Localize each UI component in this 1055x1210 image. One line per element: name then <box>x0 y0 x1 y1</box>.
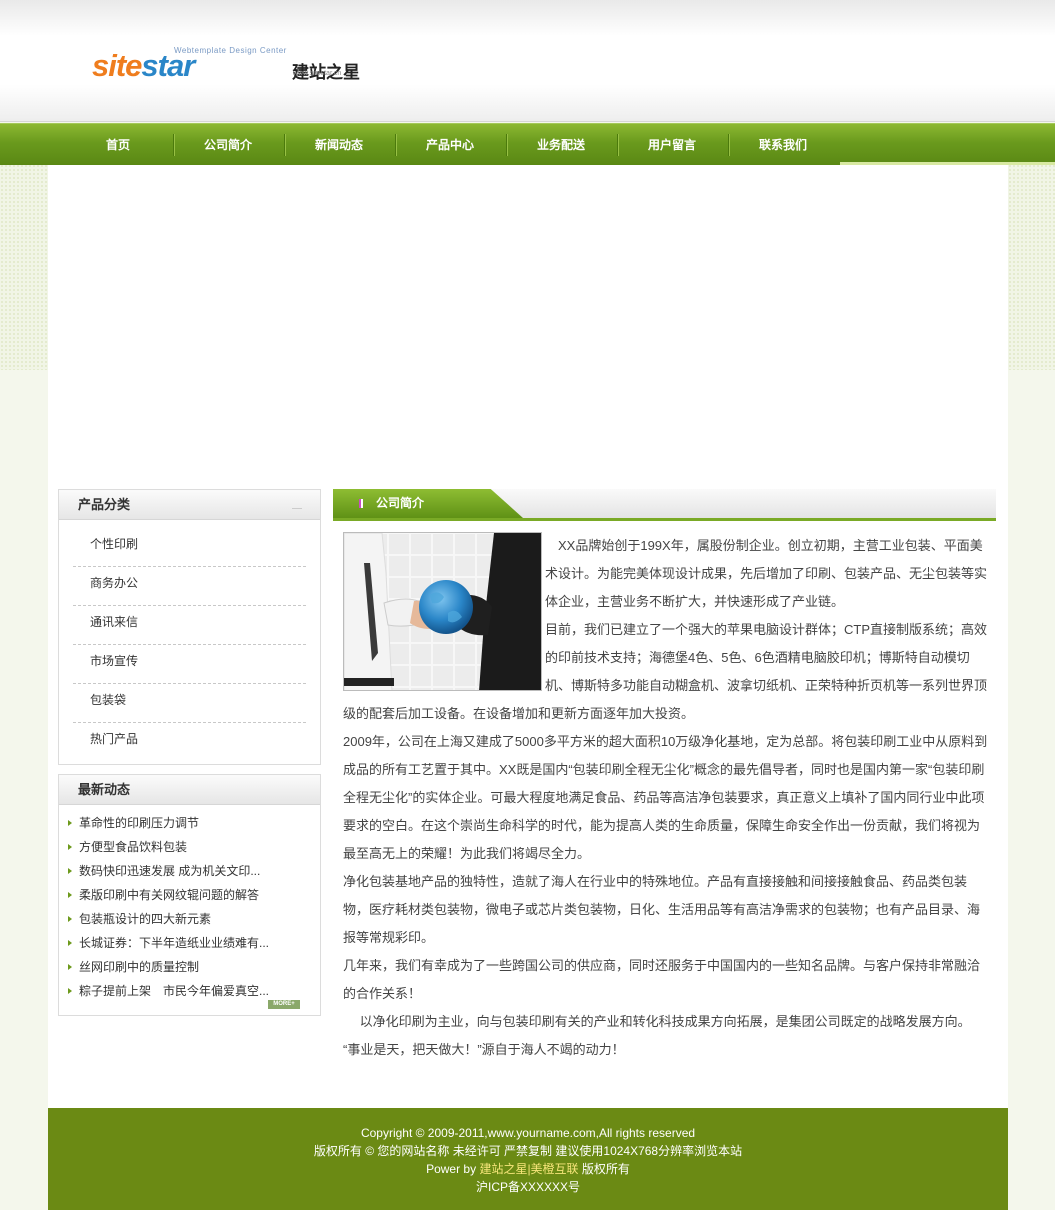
nav-item-contact[interactable]: 联系我们 <box>741 124 825 164</box>
footer-power-link[interactable]: 建站之星|美橙互联 <box>479 1162 578 1176</box>
arrow-right-icon <box>68 844 72 850</box>
nav-item-products[interactable]: 产品中心 <box>408 124 492 164</box>
nav-separator <box>728 134 729 156</box>
business-handshake-globe-image <box>343 532 542 691</box>
article-paragraph: “事业是天，把天做大！”源自于海人不竭的动力！ <box>343 1042 625 1057</box>
categories-title: 产品分类 <box>59 490 320 520</box>
news-list: 革命性的印刷压力调节 方便型食品饮料包装 数码快印迅速发展 成为机关文印... … <box>59 805 320 1003</box>
arrow-right-icon <box>68 868 72 874</box>
news-panel: 最新动态 革命性的印刷压力调节 方便型食品饮料包装 数码快印迅速发展 成为机关文… <box>58 774 321 1016</box>
nav-item-guestbook[interactable]: 用户留言 <box>630 124 714 164</box>
main-nav: 首页 公司简介 新闻动态 产品中心 业务配送 用户留言 联系我们 <box>0 123 1055 165</box>
news-item[interactable]: 数码快印迅速发展 成为机关文印... <box>67 859 320 883</box>
news-item[interactable]: 柔版印刷中有关网纹辊问题的解答 <box>67 883 320 907</box>
category-item[interactable]: 商务办公 <box>73 567 306 606</box>
nav-separator <box>506 134 507 156</box>
nav-separator <box>617 134 618 156</box>
article-paragraph: 几年来，我们有幸成为了一些跨国公司的供应商，同时还服务于中国国内的一些知名品牌。… <box>343 958 981 1001</box>
nav-separator <box>284 134 285 156</box>
arrow-right-icon <box>68 892 72 898</box>
company-intro-article: XX品牌始创于199X年，属股份制企业。创立初期，主营工业包装、平面美术设计。为… <box>343 532 988 1064</box>
site-header: Webtemplate Design Center sitestar 建站之星 … <box>0 0 1055 122</box>
banner-area <box>48 165 1008 465</box>
arrow-right-icon <box>68 964 72 970</box>
content-title: 公司简介 <box>376 496 425 510</box>
logo-wordmark: sitestar <box>92 48 195 83</box>
article-paragraph: 2009年，公司在上海又建成了5000多平方米的超大面积10万级净化基地，定为总… <box>343 734 988 861</box>
logo-url: www.sitestar.cn <box>293 70 342 77</box>
site-logo[interactable]: Webtemplate Design Center sitestar 建站之星 … <box>92 44 382 84</box>
arrow-right-icon <box>68 820 72 826</box>
news-item[interactable]: 革命性的印刷压力调节 <box>67 811 320 835</box>
nav-item-delivery[interactable]: 业务配送 <box>519 124 603 164</box>
nav-separator <box>173 134 174 156</box>
bullet-icon <box>359 499 363 508</box>
footer-power: Power by 建站之星|美橙互联 版权所有 <box>426 1162 630 1176</box>
nav-separator <box>395 134 396 156</box>
category-item[interactable]: 包装袋 <box>73 684 306 723</box>
more-button[interactable]: MORE+ <box>268 1000 300 1009</box>
news-item[interactable]: 长城证券：下半年造纸业业绩难有... <box>67 931 320 955</box>
categories-list: 个性印刷 商务办公 通讯来信 市场宣传 包装袋 热门产品 <box>59 520 320 762</box>
news-item[interactable]: 包装瓶设计的四大新元素 <box>67 907 320 931</box>
footer-rights: 版权所有 © 您的网站名称 未经许可 严禁复制 建议使用1024X768分辨率浏… <box>313 1144 743 1158</box>
news-title: 最新动态 <box>59 775 320 805</box>
content-header: 公司简介 <box>333 489 996 521</box>
categories-panel: 产品分类 个性印刷 商务办公 通讯来信 市场宣传 包装袋 热门产品 <box>58 489 321 765</box>
footer-icp: 沪ICP备XXXXXX号 <box>475 1180 581 1194</box>
category-item[interactable]: 热门产品 <box>73 723 306 762</box>
category-item[interactable]: 通讯来信 <box>73 606 306 645</box>
article-paragraph: 以净化印刷为主业，向与包装印刷有关的产业和转化科技成果方向拓展，是集团公司既定的… <box>343 1014 971 1029</box>
nav-item-about[interactable]: 公司简介 <box>186 124 270 164</box>
news-item[interactable]: 丝网印刷中的质量控制 <box>67 955 320 979</box>
arrow-right-icon <box>68 940 72 946</box>
nav-item-news[interactable]: 新闻动态 <box>297 124 381 164</box>
category-item[interactable]: 个性印刷 <box>73 528 306 567</box>
article-paragraph: 净化包装基地产品的独特性，造就了海人在行业中的特殊地位。产品有直接接触和间接接触… <box>343 874 981 945</box>
footer-copyright: Copyright © 2009-2011,www.yourname.com,A… <box>360 1126 696 1140</box>
site-footer: Copyright © 2009-2011,www.yourname.com,A… <box>48 1108 1008 1210</box>
news-item[interactable]: 方便型食品饮料包装 <box>67 835 320 859</box>
nav-item-home[interactable]: 首页 <box>76 124 160 164</box>
category-item[interactable]: 市场宣传 <box>73 645 306 684</box>
arrow-right-icon <box>68 916 72 922</box>
arrow-right-icon <box>68 988 72 994</box>
